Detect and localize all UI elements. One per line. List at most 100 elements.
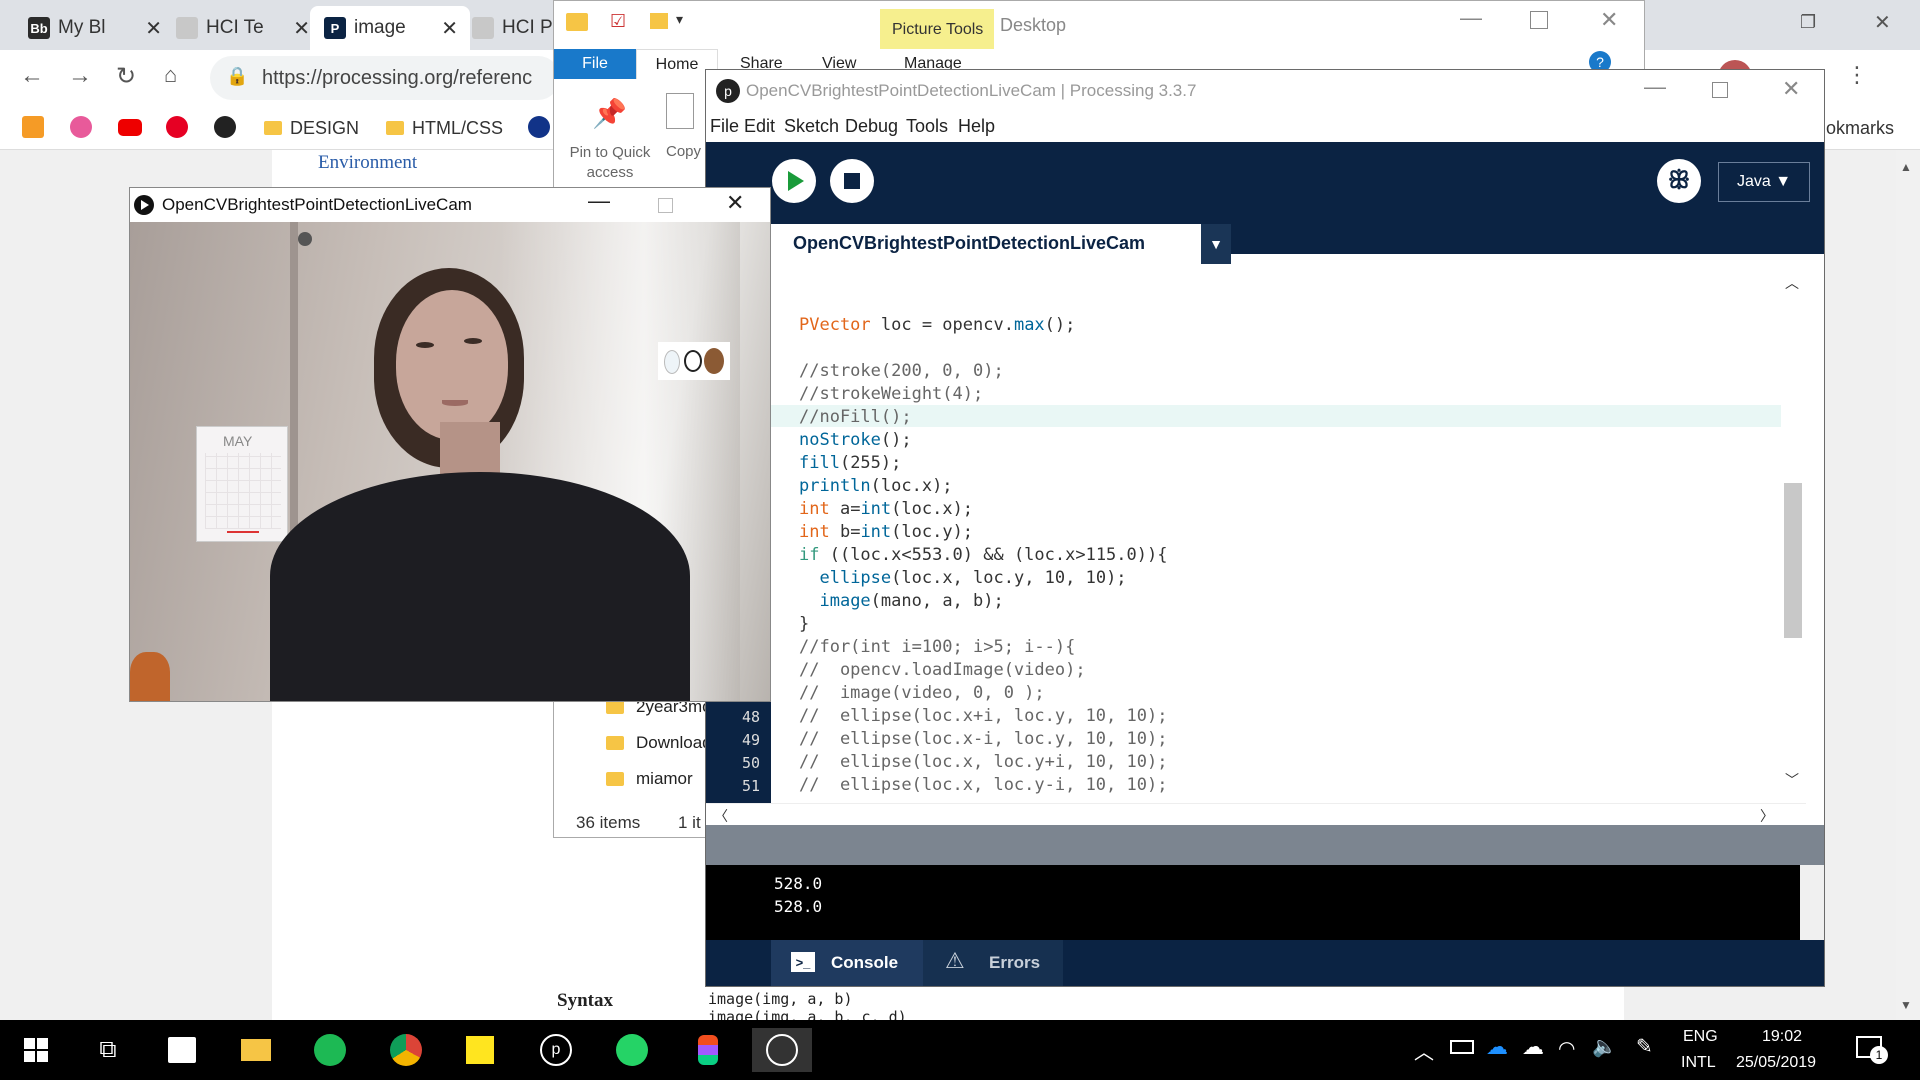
- minimize-icon[interactable]: —: [1644, 74, 1666, 100]
- close-icon[interactable]: ✕: [1600, 7, 1618, 33]
- pin-to-quick-access-label[interactable]: Pin to Quick access: [562, 143, 658, 183]
- clock-time[interactable]: 19:02: [1762, 1028, 1802, 1046]
- folder-icon: [606, 700, 624, 714]
- menu-edit[interactable]: Edit: [744, 116, 775, 137]
- language-top[interactable]: ENG: [1683, 1028, 1718, 1046]
- task-view-icon[interactable]: ⧉: [86, 1028, 130, 1072]
- minimize-icon[interactable]: —: [1460, 5, 1482, 31]
- maximize-icon[interactable]: [1530, 11, 1548, 29]
- nav-item[interactable]: miamor: [606, 769, 693, 789]
- back-arrow-icon[interactable]: ←: [20, 62, 44, 90]
- new-folder-icon[interactable]: [650, 13, 668, 29]
- ice-bear: [664, 350, 680, 374]
- console-tab[interactable]: >_ Console: [771, 940, 923, 986]
- quick-access-dropdown-icon[interactable]: ▾: [676, 11, 683, 28]
- nav-item[interactable]: Download: [606, 733, 712, 753]
- windows-taskbar: ⧉ p ︿ ☁ ☁ ◠ 🔈 ✎ ENG INTL 19:02 25/05/201…: [0, 1020, 1920, 1080]
- browser-tab[interactable]: HCI Te ✕: [162, 6, 322, 50]
- store-icon[interactable]: [160, 1028, 204, 1072]
- menu-help[interactable]: Help: [958, 116, 995, 137]
- errors-tab[interactable]: ⚠ Errors: [923, 940, 1063, 986]
- run-button[interactable]: [772, 159, 816, 203]
- browser-tab[interactable]: HCI P: [458, 6, 558, 50]
- code-text[interactable]: PVector loc = opencv.max(); //stroke(200…: [799, 291, 1167, 797]
- scroll-left-icon[interactable]: 〈: [714, 806, 728, 826]
- errors-tab-label: Errors: [989, 953, 1041, 972]
- bookmark-folder-html-css[interactable]: HTML/CSS: [386, 106, 503, 150]
- menu-debug[interactable]: Debug: [845, 116, 898, 137]
- pinterest-icon[interactable]: [166, 116, 188, 138]
- scroll-thumb[interactable]: [1784, 483, 1802, 638]
- close-window-icon[interactable]: ✕: [1874, 10, 1891, 35]
- chrome-icon[interactable]: [384, 1028, 428, 1072]
- battery-icon[interactable]: [1450, 1040, 1474, 1054]
- browser-tab[interactable]: Bb My Bl ✕: [14, 6, 174, 50]
- forward-arrow-icon[interactable]: →: [68, 62, 92, 90]
- whatsapp-icon[interactable]: [610, 1028, 654, 1072]
- sketch-window-taskbar-icon[interactable]: [752, 1028, 812, 1072]
- close-icon[interactable]: ✕: [726, 190, 744, 216]
- sticky-notes-icon[interactable]: [458, 1028, 502, 1072]
- mode-selector[interactable]: Java ▼: [1718, 162, 1810, 202]
- minimize-icon[interactable]: —: [588, 188, 610, 214]
- start-button[interactable]: [14, 1028, 58, 1072]
- reload-icon[interactable]: ↻: [116, 62, 136, 91]
- close-tab-icon[interactable]: ✕: [441, 16, 458, 41]
- editor-horizontal-scrollbar[interactable]: 〈 〉: [706, 803, 1806, 825]
- copy-label[interactable]: Copy: [666, 143, 701, 160]
- pin-icon[interactable]: 📌: [592, 97, 627, 130]
- scroll-down-icon[interactable]: ﹀: [1785, 770, 1799, 790]
- menu-sketch[interactable]: Sketch: [784, 116, 839, 137]
- chrome-menu-icon[interactable]: ⋮: [1846, 62, 1868, 88]
- restore-window-icon[interactable]: ❐: [1800, 12, 1816, 33]
- bookmark-play-icon[interactable]: [70, 116, 92, 138]
- console-line: 528.0: [774, 897, 823, 916]
- pen-icon[interactable]: ✎: [1636, 1034, 1653, 1059]
- eye-shape: [416, 342, 434, 348]
- close-tab-icon[interactable]: ✕: [145, 16, 162, 41]
- console-scrollbar[interactable]: [1800, 865, 1824, 940]
- sketch-tab[interactable]: OpenCVBrightestPointDetectionLiveCam: [771, 224, 1201, 264]
- youtube-icon[interactable]: [118, 119, 142, 136]
- bookmark-folder-design[interactable]: DESIGN: [264, 106, 359, 150]
- volume-icon[interactable]: 🔈: [1592, 1034, 1617, 1059]
- address-bar[interactable]: 🔒 https://processing.org/referenc: [210, 56, 560, 100]
- ribbon-tab-file[interactable]: File: [554, 49, 636, 79]
- scroll-right-icon[interactable]: 〉: [1760, 806, 1774, 826]
- scroll-up-icon[interactable]: ▲: [1900, 160, 1912, 174]
- menu-tools[interactable]: Tools: [906, 116, 948, 137]
- explorer-folder-icon: [566, 13, 588, 31]
- home-icon[interactable]: ⌂: [164, 62, 177, 88]
- onedrive-icon[interactable]: ☁: [1486, 1034, 1508, 1060]
- notifications-icon[interactable]: 1: [1856, 1036, 1888, 1064]
- processing-taskbar-icon[interactable]: p: [534, 1028, 578, 1072]
- spotify-icon[interactable]: [308, 1028, 352, 1072]
- maximize-icon[interactable]: [1712, 82, 1728, 98]
- close-icon[interactable]: ✕: [1782, 76, 1800, 102]
- bookmark-d-icon[interactable]: [22, 116, 44, 138]
- file-explorer-icon[interactable]: [234, 1028, 278, 1072]
- scroll-down-icon[interactable]: ▼: [1900, 998, 1912, 1012]
- show-hidden-icons-icon[interactable]: ︿: [1414, 1036, 1434, 1065]
- page-scrollbar[interactable]: ▲ ▼: [1896, 150, 1920, 1020]
- cloud-icon[interactable]: ☁: [1522, 1034, 1544, 1060]
- scroll-up-icon[interactable]: ︿: [1785, 273, 1799, 293]
- wifi-icon[interactable]: ◠: [1558, 1036, 1575, 1061]
- browser-tab-active[interactable]: P image ✕: [310, 6, 470, 50]
- environment-link[interactable]: Environment: [318, 152, 417, 174]
- language-bottom[interactable]: INTL: [1681, 1054, 1716, 1072]
- figma-icon[interactable]: [686, 1028, 730, 1072]
- copy-icon[interactable]: [666, 93, 694, 129]
- properties-icon[interactable]: ☑: [610, 11, 626, 32]
- menu-file[interactable]: File: [710, 116, 739, 137]
- stop-button[interactable]: [830, 159, 874, 203]
- webcam-feed-image: MAY: [130, 222, 770, 701]
- other-bookmarks[interactable]: okmarks: [1826, 106, 1894, 150]
- tab-menu-arrow-icon[interactable]: ▼: [1201, 224, 1231, 264]
- bookmark-s-icon[interactable]: [528, 116, 550, 138]
- editor-vertical-scrollbar[interactable]: ︿ ﹀: [1782, 265, 1806, 795]
- close-tab-icon[interactable]: ✕: [293, 16, 310, 41]
- bookmark-badge-icon[interactable]: [214, 116, 236, 138]
- clock-date[interactable]: 25/05/2019: [1736, 1054, 1816, 1072]
- debugger-butterfly-icon[interactable]: ꕥ: [1657, 159, 1701, 203]
